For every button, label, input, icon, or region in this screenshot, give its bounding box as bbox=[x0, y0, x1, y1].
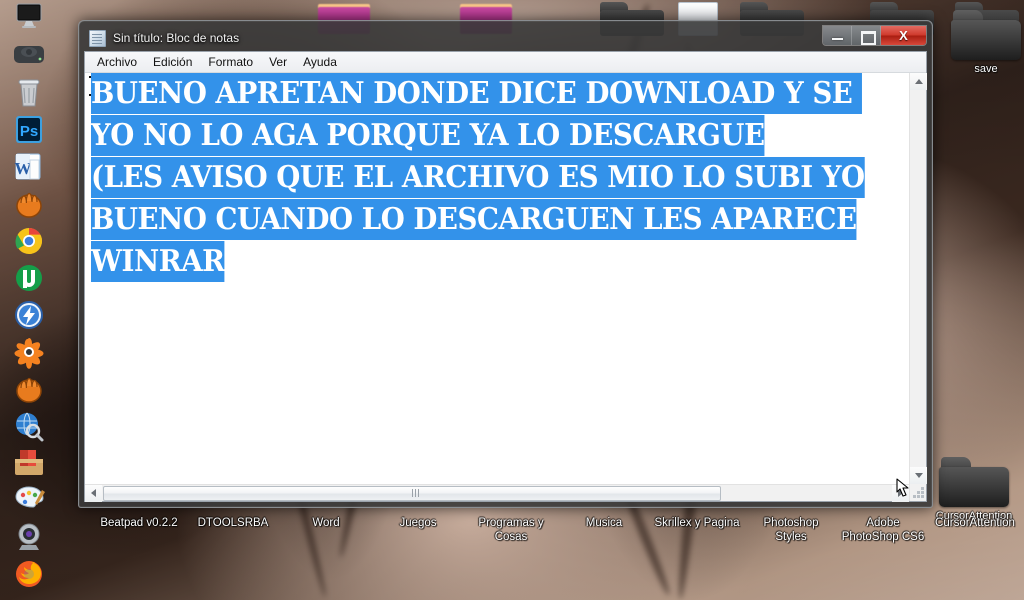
folder-label: save bbox=[974, 63, 998, 75]
window-titlebar[interactable]: Sin título: Bloc de notas X bbox=[84, 25, 927, 51]
scroll-down-button[interactable] bbox=[910, 467, 927, 484]
editor-region: BUENO APRETAN DONDE DICE DOWNLOAD Y SE Y… bbox=[85, 73, 927, 502]
avast-icon[interactable] bbox=[8, 335, 50, 369]
text-line-3-content: (LES AVISO QUE EL ARCHIVO ES MIO LO SUBI… bbox=[91, 157, 865, 198]
text-line-5-content: WINRAR bbox=[91, 241, 225, 282]
folder-icon bbox=[939, 455, 1009, 507]
notepad-window[interactable]: Sin título: Bloc de notas X Archivo Edic… bbox=[78, 20, 933, 508]
text-line-1-content: BUENO APRETAN DONDE DICE DOWNLOAD Y SE bbox=[91, 73, 862, 114]
desktop-icon-label-cursorattention[interactable]: CursorAttention bbox=[926, 516, 1024, 530]
text-line-4: BUENO CUANDO LO DESCARGUEN LES APARECE bbox=[91, 199, 857, 241]
firefox-icon[interactable] bbox=[8, 557, 50, 591]
book-box-icon[interactable] bbox=[8, 446, 50, 480]
menu-formato[interactable]: Formato bbox=[200, 53, 261, 71]
horizontal-scroll-thumb[interactable] bbox=[103, 485, 721, 501]
paint-palette-icon[interactable] bbox=[8, 483, 50, 517]
folder-save[interactable]: save bbox=[938, 8, 1024, 76]
winamp-icon[interactable] bbox=[8, 298, 50, 332]
photoshop-icon[interactable]: Ps bbox=[8, 113, 50, 147]
window-title: Sin título: Bloc de notas bbox=[113, 31, 240, 45]
menu-edicion[interactable]: Edición bbox=[145, 53, 200, 71]
notepad-icon bbox=[89, 29, 106, 47]
desktop-icon-label-adobe-ps-cs6[interactable]: Adobe PhotoShop CS6 bbox=[826, 516, 940, 544]
desktop-icon-label-skrillex[interactable]: Skrillex y Pagina bbox=[632, 516, 762, 530]
text-line-2-content: YO NO LO AGA PORQUE YA LO DESCARGUE bbox=[91, 115, 765, 156]
scroll-up-button[interactable] bbox=[910, 73, 927, 90]
text-line-3: (LES AVISO QUE EL ARCHIVO ES MIO LO SUBI… bbox=[91, 157, 865, 199]
text-line-1: BUENO APRETAN DONDE DICE DOWNLOAD Y SE bbox=[91, 73, 862, 115]
utorrent-icon[interactable] bbox=[8, 261, 50, 295]
scroll-left-button[interactable] bbox=[85, 484, 102, 502]
text-line-4-content: BUENO CUANDO LO DESCARGUEN LES APARECE bbox=[91, 199, 857, 240]
mouse-cursor bbox=[896, 478, 909, 497]
svg-text:W: W bbox=[15, 159, 32, 178]
window-controls: X bbox=[822, 25, 927, 46]
desktop-icon-label-musica[interactable]: Musica bbox=[568, 516, 640, 530]
word-icon[interactable]: W bbox=[8, 150, 50, 184]
chrome-icon[interactable] bbox=[8, 224, 50, 258]
text-line-5: WINRAR bbox=[91, 241, 844, 283]
left-icon-dock: Ps W bbox=[0, 0, 58, 600]
window-client-area: Archivo Edición Formato Ver Ayuda BUENO … bbox=[84, 51, 927, 502]
resize-grip[interactable] bbox=[910, 484, 927, 501]
folder-icon bbox=[951, 8, 1021, 60]
desktop-icon-label-dtoolsrba[interactable]: DTOOLSRBA bbox=[186, 516, 280, 530]
horizontal-scrollbar[interactable] bbox=[85, 484, 909, 502]
globe-search-icon[interactable] bbox=[8, 409, 50, 443]
vertical-scrollbar[interactable] bbox=[909, 73, 927, 501]
desktop-icon-label-photoshop-styles[interactable]: Photoshop Styles bbox=[748, 516, 834, 544]
close-button[interactable]: X bbox=[881, 26, 926, 45]
folder-cursorattention[interactable]: CursorAttention bbox=[926, 455, 1022, 523]
menu-archivo[interactable]: Archivo bbox=[89, 53, 145, 71]
menu-bar: Archivo Edición Formato Ver Ayuda bbox=[85, 52, 926, 73]
text-editor[interactable]: BUENO APRETAN DONDE DICE DOWNLOAD Y SE Y… bbox=[85, 73, 909, 484]
menu-ver[interactable]: Ver bbox=[261, 53, 295, 71]
maximize-button[interactable] bbox=[852, 26, 881, 45]
minimize-button[interactable] bbox=[823, 26, 852, 45]
svg-text:Ps: Ps bbox=[20, 123, 38, 140]
desktop-icon-labels: Beatpad v0.2.2 DTOOLSRBA Word Juegos Pro… bbox=[0, 516, 1024, 562]
monitor-icon[interactable] bbox=[8, 2, 50, 36]
menu-ayuda[interactable]: Ayuda bbox=[295, 53, 345, 71]
glove-icon-2[interactable] bbox=[8, 372, 50, 406]
vertical-scroll-track[interactable] bbox=[910, 90, 926, 467]
close-icon: X bbox=[899, 28, 908, 43]
desktop-icon-label-programas[interactable]: Programas y Cosas bbox=[466, 516, 556, 544]
desktop-icon-label-juegos[interactable]: Juegos bbox=[380, 516, 456, 530]
recycle-bin-icon[interactable] bbox=[8, 76, 50, 110]
hard-drive-icon[interactable] bbox=[8, 39, 50, 73]
desktop-icon-label-word[interactable]: Word bbox=[286, 516, 366, 530]
glove-icon[interactable] bbox=[8, 187, 50, 221]
text-line-2: YO NO LO AGA PORQUE YA LO DESCARGUE bbox=[91, 115, 844, 157]
desktop-icon-label-beatpad[interactable]: Beatpad v0.2.2 bbox=[92, 516, 186, 530]
